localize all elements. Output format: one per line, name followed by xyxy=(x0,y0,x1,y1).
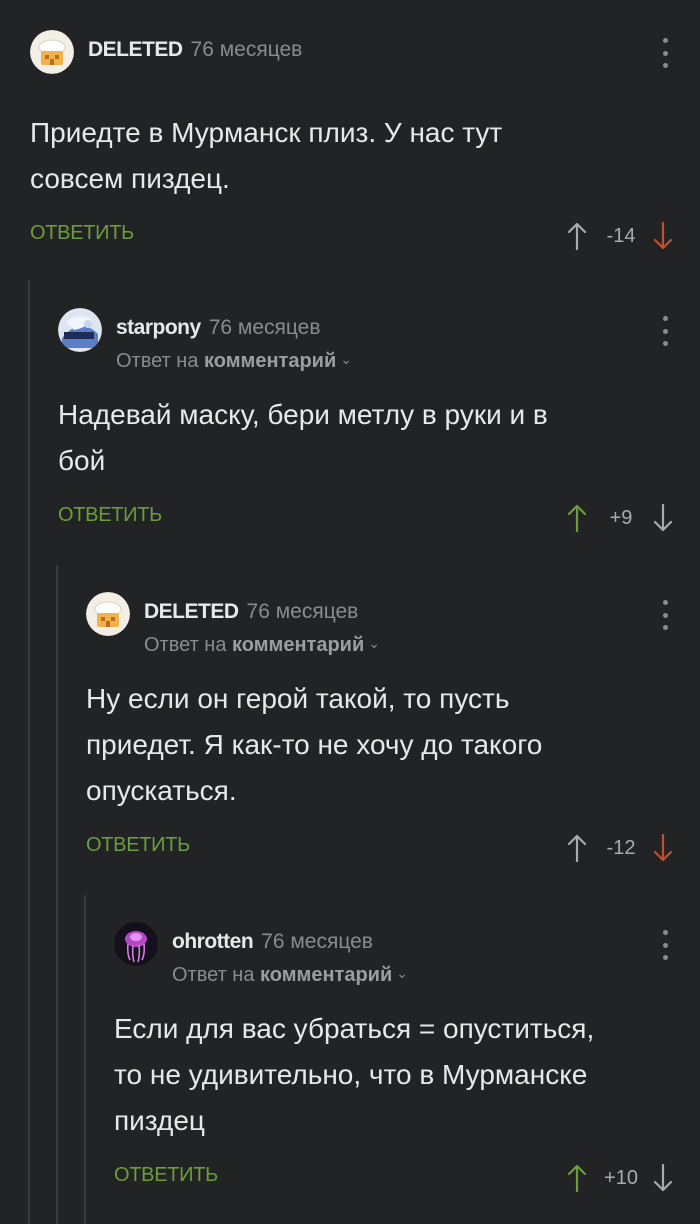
user-avatar[interactable] xyxy=(58,308,102,352)
more-menu-icon[interactable] xyxy=(660,316,670,346)
comment-text: Приедте в Мурманск плиз. У нас тут совсе… xyxy=(30,117,503,194)
thread-line-level-3 xyxy=(84,895,86,1224)
downvote-arrow-icon[interactable] xyxy=(652,221,674,251)
reply-button[interactable]: ОТВЕТИТЬ xyxy=(58,504,162,527)
upvote-arrow-icon[interactable] xyxy=(566,503,588,533)
comment-header: DELETED 76 месяцев xyxy=(30,30,700,90)
comment-rating: +10 xyxy=(604,1166,638,1189)
comment-author[interactable]: DELETED 76 месяцев xyxy=(88,38,302,62)
deleted-avatar-icon xyxy=(30,30,74,74)
vote-controls: +10 xyxy=(566,1160,674,1196)
upvote-arrow-icon[interactable] xyxy=(566,221,588,251)
upvote-arrow-icon[interactable] xyxy=(566,833,588,863)
starpony-avatar-icon xyxy=(58,308,102,352)
user-avatar[interactable] xyxy=(30,30,74,74)
comment-actions: ОТВЕТИТЬ +9 xyxy=(58,503,700,544)
reply-button[interactable]: ОТВЕТИТЬ xyxy=(114,1164,218,1187)
chevron-down-icon[interactable]: ⌄ xyxy=(368,635,380,652)
vote-controls: +9 xyxy=(566,500,674,536)
comment-rating: +9 xyxy=(609,506,633,529)
comment-author[interactable]: ohrotten 76 месяцев xyxy=(172,930,373,954)
author-name[interactable]: DELETED xyxy=(88,38,183,61)
comment-text: Надевай маску, бери метлу в руки и в бой xyxy=(58,399,548,476)
comment-time: 76 месяцев xyxy=(246,600,359,623)
deleted-avatar-icon xyxy=(86,592,130,636)
downvote-arrow-icon[interactable] xyxy=(652,1163,674,1193)
comment-time: 76 месяцев xyxy=(208,316,321,339)
reply-to-prefix: Ответ на xyxy=(116,350,199,372)
upvote-arrow-icon[interactable] xyxy=(566,1163,588,1193)
thread-line-level-2 xyxy=(56,565,58,1224)
comment-author[interactable]: starpony 76 месяцев xyxy=(116,316,321,340)
chevron-down-icon[interactable]: ⌄ xyxy=(340,351,352,368)
comment: DELETED 76 месяцев Ответ на комментарий ⌄ … xyxy=(86,592,700,874)
author-name[interactable]: starpony xyxy=(116,316,201,339)
more-menu-icon[interactable] xyxy=(660,38,670,68)
author-name[interactable]: DELETED xyxy=(144,600,239,623)
reply-to-prefix: Ответ на xyxy=(144,634,227,656)
reply-to-link[interactable]: Ответ на комментарий ⌄ xyxy=(144,634,380,657)
reply-to-target[interactable]: комментарий xyxy=(232,634,364,656)
comment: DELETED 76 месяцев Приедте в Мурманск пли… xyxy=(30,30,700,262)
comment-time: 76 месяцев xyxy=(190,38,303,61)
reply-button[interactable]: ОТВЕТИТЬ xyxy=(86,834,190,857)
downvote-arrow-icon[interactable] xyxy=(652,503,674,533)
comment: ohrotten 76 месяцев Ответ на комментарий ⌄… xyxy=(114,922,700,1204)
reply-to-target[interactable]: комментарий xyxy=(204,350,336,372)
downvote-arrow-icon[interactable] xyxy=(652,833,674,863)
comment-header: starpony 76 месяцев Ответ на комментарий ⌄ xyxy=(58,308,700,372)
reply-to-link[interactable]: Ответ на комментарий ⌄ xyxy=(172,964,408,987)
vote-controls: -14 xyxy=(566,218,674,254)
user-avatar[interactable] xyxy=(86,592,130,636)
reply-to-link[interactable]: Ответ на комментарий ⌄ xyxy=(116,350,352,373)
comment-rating: -14 xyxy=(606,224,636,247)
comment-header: ohrotten 76 месяцев Ответ на комментарий ⌄ xyxy=(114,922,700,986)
comment-header: DELETED 76 месяцев Ответ на комментарий ⌄ xyxy=(86,592,700,656)
thread-line-level-1 xyxy=(28,280,30,1224)
more-menu-icon[interactable] xyxy=(660,930,670,960)
user-avatar[interactable] xyxy=(114,922,158,966)
reply-to-target[interactable]: комментарий xyxy=(260,964,392,986)
reply-to-prefix: Ответ на xyxy=(172,964,255,986)
comment: starpony 76 месяцев Ответ на комментарий ⌄… xyxy=(58,308,700,544)
comment-rating: -12 xyxy=(606,836,636,859)
comment-text: Если для вас убраться = опуститься, то н… xyxy=(114,1013,595,1136)
jellyfish-avatar-icon xyxy=(114,922,158,966)
vote-controls: -12 xyxy=(566,830,674,866)
comment-actions: ОТВЕТИТЬ -14 xyxy=(30,221,700,262)
comment-time: 76 месяцев xyxy=(261,930,373,953)
comment-author[interactable]: DELETED 76 месяцев xyxy=(144,600,358,624)
comment-text: Ну если он герой такой, то пусть приедет… xyxy=(86,683,543,806)
author-name[interactable]: ohrotten xyxy=(172,930,254,953)
chevron-down-icon[interactable]: ⌄ xyxy=(396,965,408,982)
comment-actions: ОТВЕТИТЬ +10 xyxy=(114,1163,700,1204)
more-menu-icon[interactable] xyxy=(660,600,670,630)
comment-actions: ОТВЕТИТЬ -12 xyxy=(86,833,700,874)
reply-button[interactable]: ОТВЕТИТЬ xyxy=(30,222,134,245)
